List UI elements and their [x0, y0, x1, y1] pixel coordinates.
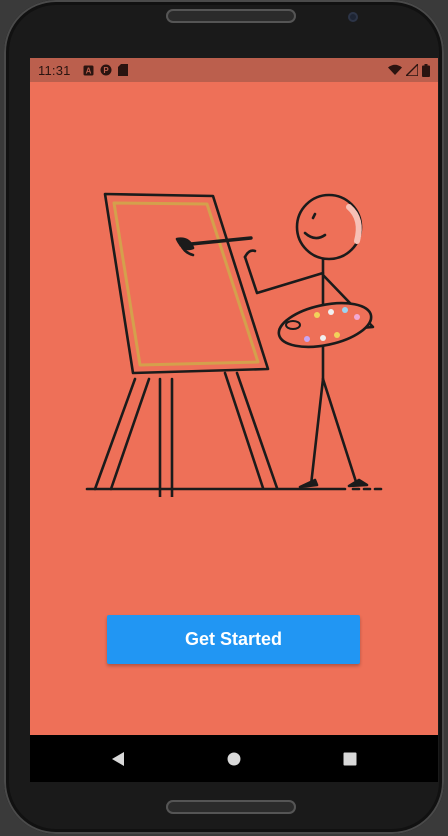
- svg-text:A: A: [85, 66, 91, 75]
- back-icon: [112, 751, 124, 766]
- get-started-button[interactable]: Get Started: [107, 615, 360, 664]
- notification-a-icon: A: [83, 65, 94, 75]
- device-screen: 11:31 A P Get Started: [30, 58, 438, 782]
- wifi-icon: [388, 64, 402, 75]
- system-navigation-bar: [30, 735, 438, 782]
- status-bar: 11:31 A P: [30, 58, 438, 82]
- battery-icon: [422, 63, 430, 77]
- device-frame: 11:31 A P Get Started: [4, 0, 444, 834]
- status-notification-icons: A P: [83, 64, 128, 76]
- status-time: 11:31: [38, 62, 71, 78]
- stick-figure-painter-at-easel-icon: [85, 192, 387, 497]
- notification-p-icon: P: [100, 64, 112, 76]
- sd-card-icon: [117, 64, 128, 76]
- front-camera: [348, 12, 358, 22]
- bottom-speaker: [166, 800, 296, 814]
- recents-icon: [343, 752, 357, 765]
- welcome-screen: Get Started: [30, 82, 438, 735]
- nav-recents-button[interactable]: [335, 744, 365, 774]
- svg-text:P: P: [103, 66, 109, 75]
- nav-home-button[interactable]: [219, 744, 249, 774]
- status-system-icons: [388, 63, 430, 77]
- home-icon: [227, 752, 241, 765]
- nav-back-button[interactable]: [103, 744, 133, 774]
- signal-icon: [406, 64, 418, 76]
- top-speaker: [166, 9, 296, 23]
